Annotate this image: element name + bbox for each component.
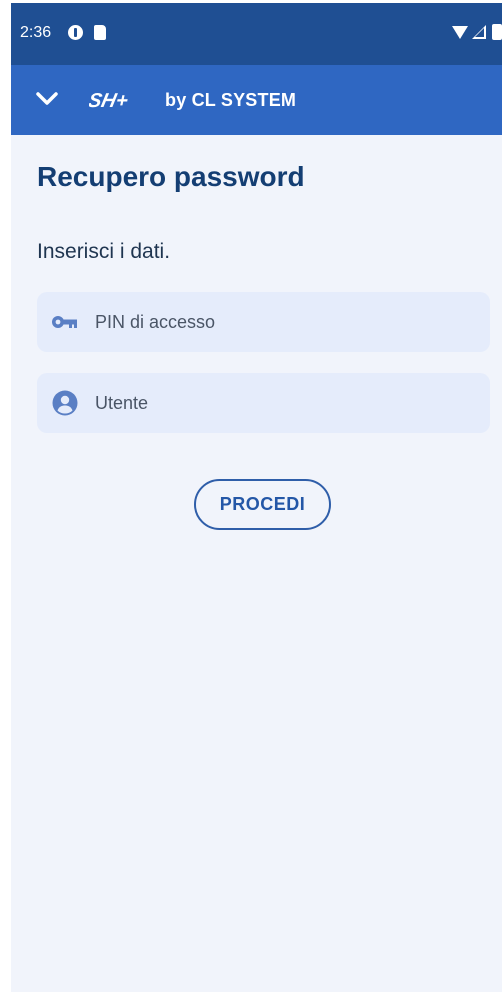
brand-text: by CL SYSTEM [165,89,297,110]
app-bar: SH+ by CL SYSTEM [11,65,502,135]
status-indicators [452,24,502,42]
account-circle-icon [52,390,78,416]
pin-input[interactable] [95,292,475,352]
key-icon [52,316,77,328]
user-field[interactable] [37,373,490,433]
brand-logo-text: SH+ [89,90,130,112]
user-input[interactable] [95,373,475,433]
data-saver-icon [68,25,83,40]
brand-logo: SH+ [89,90,130,112]
wifi-icon [452,26,468,39]
signal-icon [472,25,486,39]
brand: SH+ by CL SYSTEM [89,87,296,113]
status-time: 2:36 [20,24,52,41]
screen: 2:36 SH+ by CL SYSTEM Recupero password … [11,3,502,992]
page-title: Recupero password [37,161,305,192]
chevron-down-icon[interactable] [33,87,61,111]
sd-card-icon [94,25,106,40]
pin-field[interactable] [37,292,490,352]
instructions-text: Inserisci i dati. [37,240,171,263]
status-bar: 2:36 [11,3,502,65]
battery-icon [492,24,502,40]
procedi-button[interactable]: PROCEDI [194,479,331,530]
